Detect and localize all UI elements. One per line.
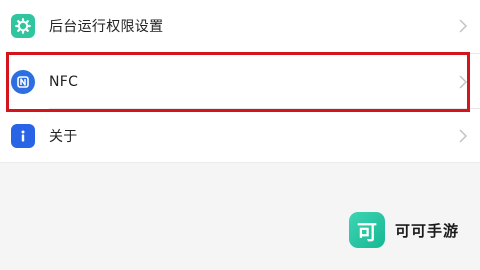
divider <box>49 108 480 109</box>
chevron-right-icon <box>459 19 468 33</box>
settings-item-label: NFC <box>49 74 79 90</box>
watermark-text: 可可手游 <box>395 221 460 240</box>
info-icon <box>11 124 35 148</box>
settings-screen: 后台运行权限设置 NFC 关于 可 可可手游 <box>0 0 480 270</box>
settings-item-background-permission[interactable]: 后台运行权限设置 <box>0 0 480 52</box>
chevron-right-icon <box>459 129 468 143</box>
watermark-logo-icon: 可 <box>349 212 385 248</box>
gear-icon <box>11 14 35 38</box>
settings-item-nfc[interactable]: NFC <box>0 56 480 108</box>
settings-item-label: 关于 <box>49 129 78 145</box>
watermark: 可 可可手游 <box>349 212 459 248</box>
settings-list: 后台运行权限设置 NFC 关于 <box>0 0 480 162</box>
divider <box>49 53 480 54</box>
nfc-icon <box>11 70 35 94</box>
settings-item-about[interactable]: 关于 <box>0 110 480 162</box>
list-bottom-border <box>0 162 480 163</box>
settings-item-label: 后台运行权限设置 <box>49 19 164 35</box>
chevron-right-icon <box>459 75 468 89</box>
